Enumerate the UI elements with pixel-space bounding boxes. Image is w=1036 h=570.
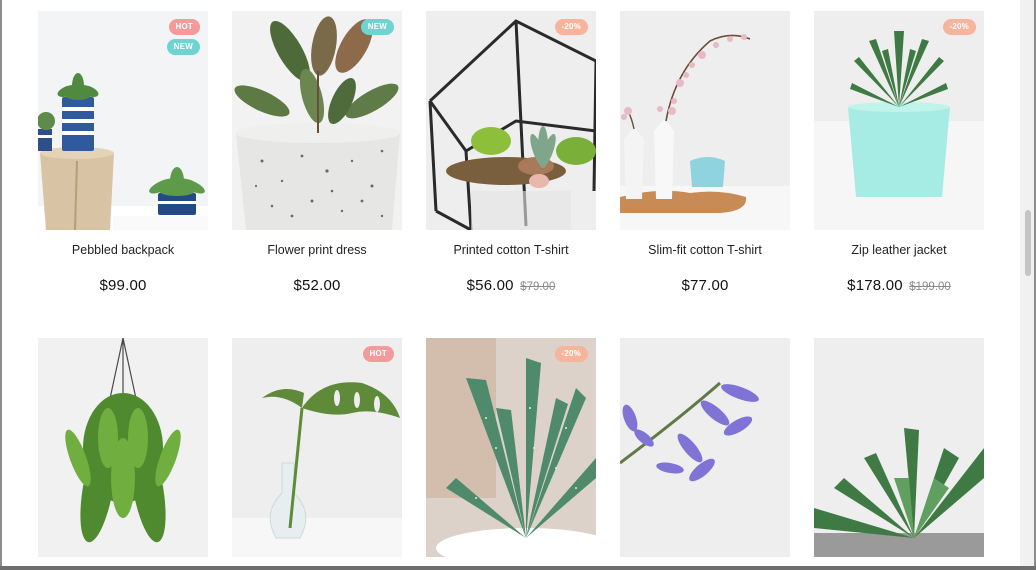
price-row: $77.00 [605,277,805,295]
scrollbar-thumb[interactable] [1025,210,1031,276]
hot-badge: HOT [362,346,394,362]
original-price: $79.00 [520,281,556,293]
product-image-mint-pot-succulent[interactable] [814,11,984,230]
price-row: $52.00 [217,277,417,295]
product-image-green-succulent[interactable] [814,338,984,557]
product-image-aloe-succulent[interactable] [426,338,596,557]
new-badge: NEW [166,39,200,55]
product-image-purple-hyacinth[interactable] [620,338,790,557]
product-image-hanging-fern[interactable] [38,338,208,557]
product-image-rubber-plant[interactable] [232,11,402,230]
product-name[interactable]: Flower print dress [222,243,412,257]
badge-stack: HOT NEW [166,19,200,55]
badge-stack: -20% [554,19,588,35]
price-row: $99.00 [23,277,223,295]
original-price: $199.00 [909,281,951,293]
price-row: $56.00 $79.00 [411,277,611,295]
product-price: $52.00 [293,277,341,294]
new-badge: NEW [360,19,394,35]
product-price: $99.00 [99,277,147,294]
price-row: $178.00 $199.00 [799,277,999,295]
vertical-scrollbar[interactable] [1020,0,1034,566]
product-image-glass-terrarium[interactable] [426,11,596,230]
badge-stack: HOT [362,346,394,362]
badge-stack: NEW [360,19,394,35]
product-grid: HOT NEW Pebbled backpack $99.00 NEW Flow… [0,0,1018,566]
sale-badge: -20% [942,19,976,35]
product-price: $77.00 [681,277,729,294]
product-price: $178.00 [847,277,903,294]
product-name[interactable]: Pebbled backpack [28,243,218,257]
product-price: $56.00 [466,277,514,294]
sale-badge: -20% [554,19,588,35]
product-name[interactable]: Zip leather jacket [804,243,994,257]
badge-stack: -20% [942,19,976,35]
product-image-blossom-vases[interactable] [620,11,790,230]
badge-stack: -20% [554,346,588,362]
hot-badge: HOT [168,19,200,35]
product-name[interactable]: Slim-fit cotton T-shirt [610,243,800,257]
sale-badge: -20% [554,346,588,362]
window-border-bottom [0,566,1036,570]
product-image-monstera-vase[interactable] [232,338,402,557]
product-name[interactable]: Printed cotton T-shirt [416,243,606,257]
